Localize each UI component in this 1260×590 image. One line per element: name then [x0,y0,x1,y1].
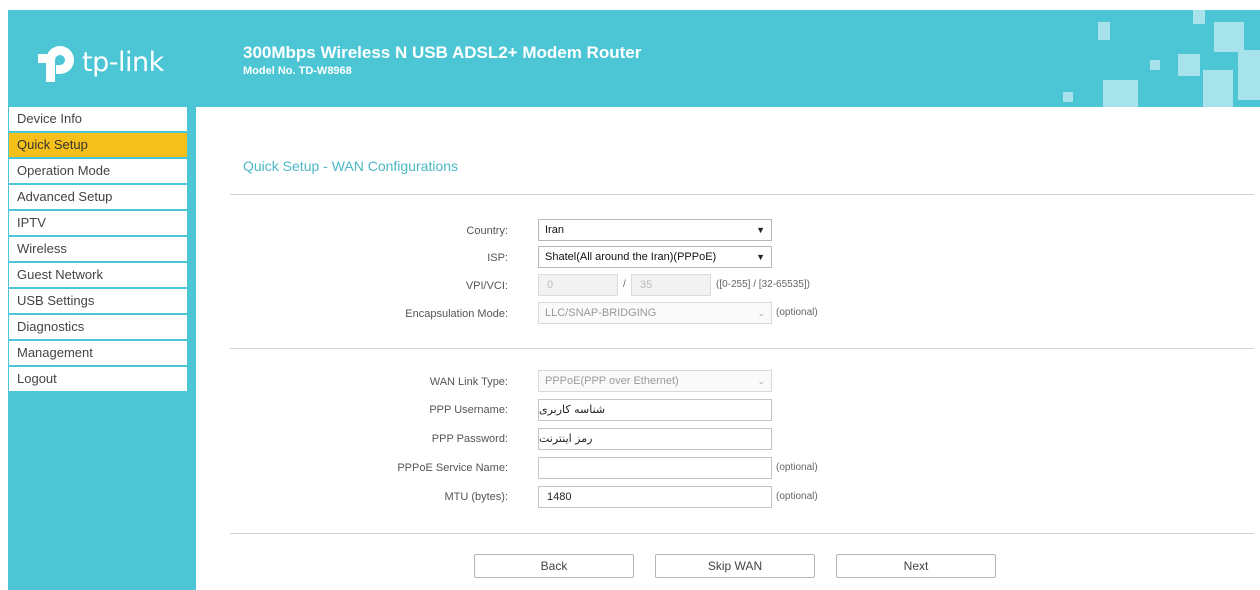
vpivci-label: VPI/VCI: [465,280,508,292]
wan-link-type-value: PPPoE(PPP over Ethernet) [545,375,679,387]
header-decoration [1238,50,1260,100]
tp-link-logo-icon [38,42,78,82]
divider [230,348,1254,349]
next-button[interactable]: Next [836,554,996,578]
header-decoration [1203,70,1233,107]
sidebar-item-logout[interactable]: Logout [9,367,187,393]
sidebar-item-management[interactable]: Management [9,341,187,367]
vpi-input[interactable]: 0 [538,274,618,296]
dropdown-arrow-icon: ⌄ [757,376,765,386]
header-decoration [1103,80,1138,107]
ppp-username-label: PPP Username: [429,404,508,416]
logo-text: tp-link [82,46,164,78]
header-decoration [1150,60,1160,70]
isp-value: Shatel(All around the Iran)(PPPoE) [545,251,717,263]
main-content: Quick Setup - WAN Configurations Country… [196,107,1260,590]
ppp-username-value: شناسه کاربری [539,403,606,416]
sidebar-nav: Device Info Quick Setup Operation Mode A… [8,107,196,590]
back-button[interactable]: Back [474,554,634,578]
header-decoration [1063,92,1073,102]
encapsulation-optional-note: (optional) [776,307,818,318]
ppp-password-label: PPP Password: [431,433,508,445]
divider [230,194,1254,195]
sidebar-item-guest-network[interactable]: Guest Network [9,263,187,289]
isp-select[interactable]: Shatel(All around the Iran)(PPPoE) ▼ [538,246,772,268]
encapsulation-value: LLC/SNAP-BRIDGING [545,307,657,319]
skip-wan-button[interactable]: Skip WAN [655,554,815,578]
ppp-username-input[interactable]: شناسه کاربری [538,399,772,421]
sidebar-item-diagnostics[interactable]: Diagnostics [9,315,187,341]
header-decoration [1098,22,1110,40]
mtu-input[interactable]: 1480 [538,486,772,508]
wan-link-type-label: WAN Link Type: [429,376,508,388]
vpivci-range: ([0-255] / [32-65535]) [716,279,810,290]
encapsulation-label: Encapsulation Mode: [405,308,508,320]
mtu-label: MTU (bytes): [444,491,508,503]
sidebar-item-quick-setup[interactable]: Quick Setup [9,133,187,159]
sidebar-item-device-info[interactable]: Device Info [9,107,187,133]
divider [230,533,1254,534]
country-select[interactable]: Iran ▼ [538,219,772,241]
vpivci-separator: / [623,279,626,290]
header-decoration [1178,54,1200,76]
sidebar-item-advanced-setup[interactable]: Advanced Setup [9,185,187,211]
country-value: Iran [545,224,564,236]
product-title: 300Mbps Wireless N USB ADSL2+ Modem Rout… [243,43,642,62]
dropdown-arrow-icon: ⌄ [757,308,765,318]
country-label: Country: [466,225,508,237]
pppoe-service-name-label: PPPoE Service Name: [397,462,508,474]
dropdown-arrow-icon: ▼ [756,252,765,262]
header-banner: tp-link 300Mbps Wireless N USB ADSL2+ Mo… [8,10,1260,107]
ppp-password-input[interactable]: رمز اینترنت [538,428,772,450]
dropdown-arrow-icon: ▼ [756,225,765,235]
isp-label: ISP: [487,252,508,264]
header-decoration [1193,10,1205,24]
sidebar-item-operation-mode[interactable]: Operation Mode [9,159,187,185]
ppp-password-value: رمز اینترنت [539,432,593,445]
tp-link-logo: tp-link [38,42,164,82]
wan-link-type-select[interactable]: PPPoE(PPP over Ethernet) ⌄ [538,370,772,392]
pppoe-service-name-input[interactable] [538,457,772,479]
sidebar-item-usb-settings[interactable]: USB Settings [9,289,187,315]
vci-input[interactable]: 35 [631,274,711,296]
sidebar-item-iptv[interactable]: IPTV [9,211,187,237]
encapsulation-select[interactable]: LLC/SNAP-BRIDGING ⌄ [538,302,772,324]
header-decoration [1214,22,1244,52]
sidebar-item-wireless[interactable]: Wireless [9,237,187,263]
pppoe-service-optional-note: (optional) [776,462,818,473]
page-title: Quick Setup - WAN Configurations [243,158,459,174]
mtu-optional-note: (optional) [776,491,818,502]
model-number: Model No. TD-W8968 [243,65,352,77]
